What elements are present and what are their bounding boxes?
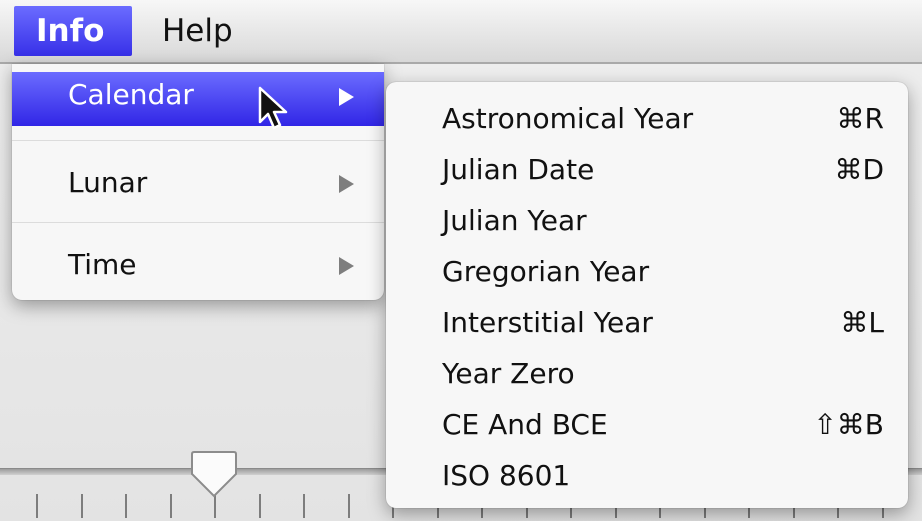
menu-separator <box>12 222 384 223</box>
slider-tick <box>80 494 83 518</box>
menu-item-label: Calendar <box>68 78 194 111</box>
menu-separator <box>12 140 384 141</box>
slider-tick <box>258 494 261 518</box>
menu-item-label: Time <box>68 248 137 281</box>
menubar-help[interactable]: Help <box>144 6 251 56</box>
menu-item-time[interactable]: Time <box>12 238 384 292</box>
submenu-item-label: Julian Date <box>442 153 595 186</box>
submenu-item-label: Julian Year <box>442 204 587 237</box>
keyboard-shortcut: ⌘R <box>836 102 884 135</box>
submenu-item-label: Gregorian Year <box>442 255 650 288</box>
chevron-right-icon <box>339 175 354 193</box>
calendar-submenu: Astronomical Year ⌘R Julian Date ⌘D Juli… <box>386 82 908 508</box>
chevron-right-icon <box>339 88 354 106</box>
keyboard-shortcut: ⇧⌘B <box>813 408 884 441</box>
submenu-item-interstitial-year[interactable]: Interstitial Year ⌘L <box>386 298 908 348</box>
slider-tick <box>36 494 38 518</box>
menu-item-calendar[interactable]: Calendar <box>12 72 384 126</box>
submenu-item-gregorian-year[interactable]: Gregorian Year <box>386 247 908 297</box>
submenu-item-label: Year Zero <box>442 357 575 390</box>
slider-thumb-icon[interactable] <box>190 450 238 498</box>
submenu-item-label: Interstitial Year <box>442 306 653 339</box>
slider-tick <box>303 494 305 518</box>
slider-tick <box>169 494 172 518</box>
keyboard-shortcut: ⌘D <box>834 153 884 186</box>
submenu-item-iso-8601[interactable]: ISO 8601 <box>386 451 908 501</box>
slider-tick <box>125 494 127 518</box>
keyboard-shortcut: ⌘L <box>840 306 884 339</box>
arrow-cursor-icon <box>258 86 288 130</box>
submenu-item-label: Astronomical Year <box>442 102 694 135</box>
slider-tick <box>347 494 350 518</box>
menu-bar: Info Help <box>0 0 922 64</box>
submenu-item-julian-date[interactable]: Julian Date ⌘D <box>386 145 908 195</box>
menu-item-lunar[interactable]: Lunar <box>12 156 384 210</box>
submenu-item-label: CE And BCE <box>442 408 608 441</box>
chevron-right-icon <box>339 257 354 275</box>
menu-item-label: Lunar <box>68 166 148 199</box>
info-menu: Calendar Lunar Time <box>12 64 384 300</box>
submenu-item-label: ISO 8601 <box>442 459 571 492</box>
submenu-item-astronomical-year[interactable]: Astronomical Year ⌘R <box>386 94 908 144</box>
menubar-info[interactable]: Info <box>14 6 133 56</box>
submenu-item-year-zero[interactable]: Year Zero <box>386 349 908 399</box>
submenu-item-ce-and-bce[interactable]: CE And BCE ⇧⌘B <box>386 400 908 450</box>
submenu-item-julian-year[interactable]: Julian Year <box>386 196 908 246</box>
